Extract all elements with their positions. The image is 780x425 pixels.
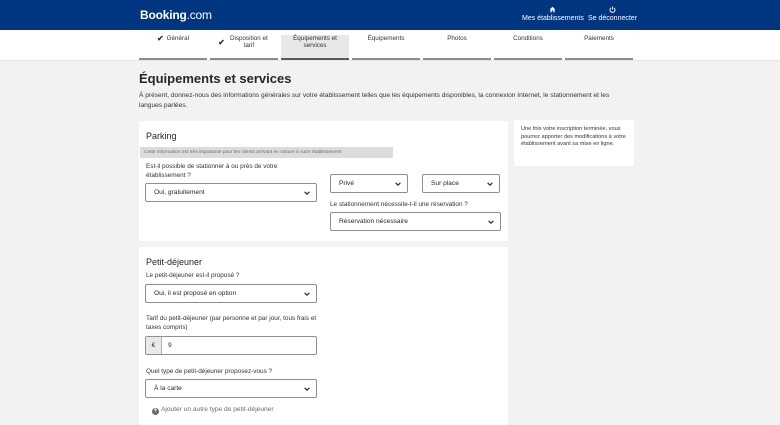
step-label: Photos <box>447 35 467 42</box>
chevron-down-icon <box>304 191 310 195</box>
parking-location-select[interactable]: Sur place <box>422 174 500 193</box>
step-payments[interactable]: Paiements <box>565 35 633 61</box>
chevron-down-icon <box>304 387 310 391</box>
my-properties-link[interactable]: Mes établissements <box>522 6 584 22</box>
page-intro: À présent, donnez-nous des informations … <box>139 92 610 109</box>
checkmark-icon: ✔ <box>156 34 164 43</box>
step-label: Équipements et services <box>293 35 337 49</box>
breakfast-offered-question: Le petit-déjeuner est-il proposé ? <box>146 272 240 279</box>
parking-reservation-question: Le stationnement nécessite-t-il une rése… <box>330 201 468 208</box>
power-icon <box>609 6 616 13</box>
parking-reservation-select[interactable]: Réservation nécessaire <box>330 212 501 231</box>
chevron-down-icon <box>488 220 494 224</box>
breakfast-type-question: Quel type de petit-déjeuner proposez-vou… <box>146 368 273 375</box>
step-label: Disposition et tarif <box>229 35 268 49</box>
step-amenities[interactable]: Équipements <box>352 35 420 61</box>
chevron-down-icon <box>395 182 401 186</box>
page-title: Équipements et services <box>139 71 292 86</box>
step-progress-bar: ✔ Général ✔ Disposition et tarif Équipemen… <box>0 30 780 61</box>
parking-availability-question: Est-il possible de stationner à ou près … <box>146 163 278 179</box>
step-indicator-bar <box>565 58 633 60</box>
selected-value: Réservation nécessaire <box>339 218 408 225</box>
breakfast-title: Petit-déjeuner <box>146 257 203 267</box>
my-properties-label: Mes établissements <box>522 15 584 22</box>
selected-value: Privé <box>339 180 355 187</box>
selected-value: Sur place <box>431 180 459 187</box>
currency-prefix: € <box>146 337 162 354</box>
step-label: Équipements <box>367 35 405 42</box>
selected-value: Oui, gratuitement <box>154 189 205 196</box>
logo-suffix-text: .com <box>186 8 212 22</box>
step-general[interactable]: ✔ Général <box>139 35 207 61</box>
parking-availability-select[interactable]: Oui, gratuitement <box>145 183 317 202</box>
logout-label: Se déconnecter <box>588 15 638 22</box>
step-label: Général <box>166 35 190 43</box>
info-tip-box: Une fois votre inscription terminée, vou… <box>514 120 634 166</box>
price-value: 9 <box>168 342 172 349</box>
parking-note: Cette information est très importante po… <box>140 147 393 158</box>
breakfast-price-question: Tarif du petit-déjeuner (par personne et… <box>146 315 317 331</box>
home-icon <box>550 6 556 13</box>
step-indicator-bar <box>352 58 420 60</box>
step-indicator-bar <box>423 58 491 60</box>
breakfast-offered-select[interactable]: Oui, il est proposé en option <box>145 284 317 303</box>
step-policies[interactable]: Conditions <box>494 35 562 61</box>
step-indicator-bar <box>139 58 207 60</box>
tip-text: Une fois votre inscription terminée, vou… <box>521 126 626 148</box>
checkmark-icon: ✔ <box>218 37 225 47</box>
parking-type-select[interactable]: Privé <box>330 174 408 193</box>
step-label: Conditions <box>513 35 543 42</box>
add-breakfast-type-link[interactable]: + Ajouter un autre type de petit-déjeuner <box>152 406 274 415</box>
step-indicator-bar <box>494 58 562 60</box>
step-indicator-bar <box>210 58 278 60</box>
plus-circle-icon: + <box>152 408 159 415</box>
chevron-down-icon <box>487 182 493 186</box>
top-navbar: Booking.com Mes établissements Se déconn… <box>0 0 780 30</box>
add-breakfast-type-label: Ajouter un autre type de petit-déjeuner <box>161 406 274 413</box>
step-photos[interactable]: Photos <box>423 35 491 61</box>
step-facilities-services[interactable]: Équipements et services <box>281 35 349 61</box>
chevron-down-icon <box>304 292 310 296</box>
step-layout-pricing[interactable]: ✔ Disposition et tarif <box>210 35 278 61</box>
breakfast-price-input[interactable]: € 9 <box>145 336 317 355</box>
logout-link[interactable]: Se déconnecter <box>588 6 637 22</box>
step-label: Paiements <box>584 35 614 42</box>
step-indicator-bar <box>281 58 349 60</box>
logo-main-text: Booking <box>140 8 187 22</box>
selected-value: À la carte <box>154 385 182 392</box>
breakfast-type-select[interactable]: À la carte <box>145 379 317 398</box>
selected-value: Oui, il est proposé en option <box>154 290 237 297</box>
parking-title: Parking <box>146 131 177 141</box>
booking-logo[interactable]: Booking.com <box>140 8 212 22</box>
